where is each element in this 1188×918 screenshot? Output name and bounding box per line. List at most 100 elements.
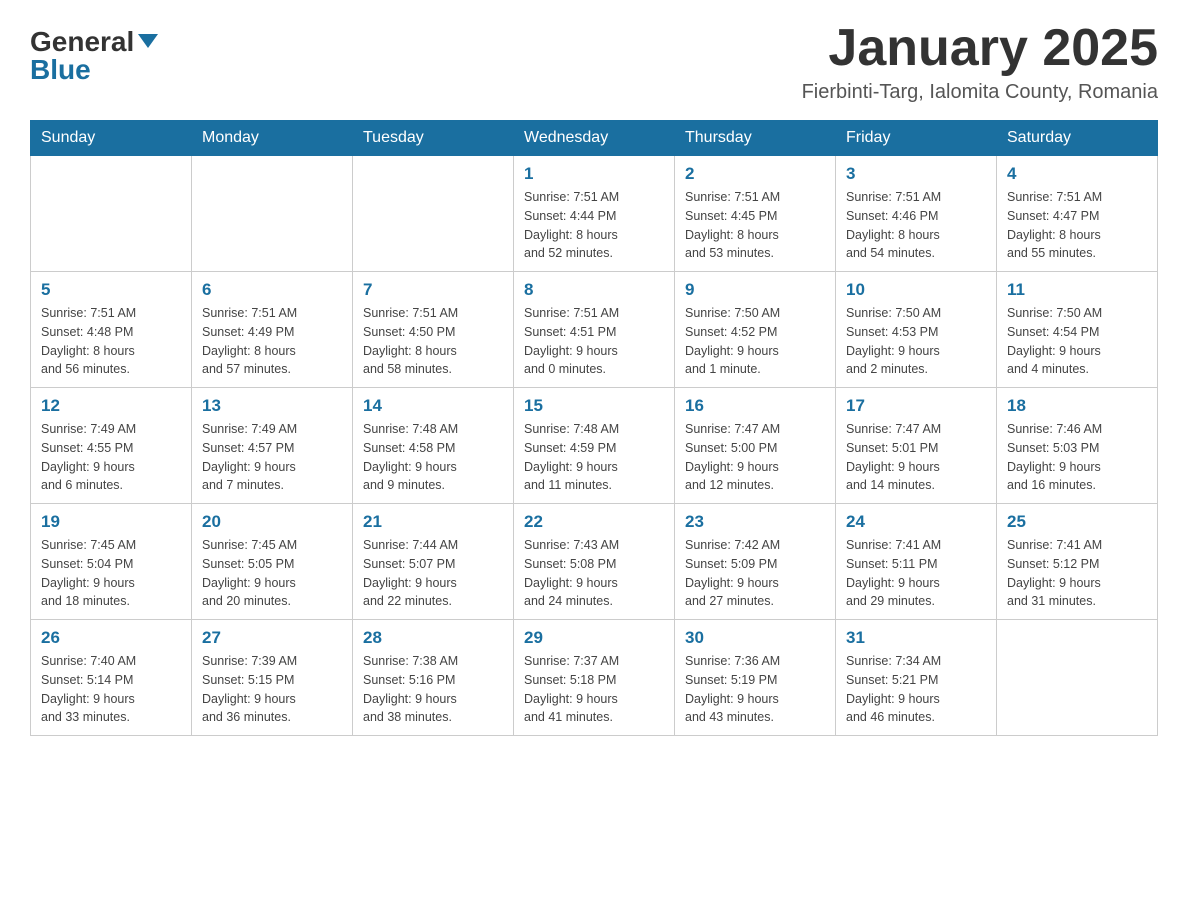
calendar-cell: 7 Sunrise: 7:51 AM Sunset: 4:50 PM Daylig… <box>353 272 514 388</box>
calendar-cell: 12Sunrise: 7:49 AM Sunset: 4:55 PM Dayli… <box>31 388 192 504</box>
day-info: Sunrise: 7:34 AM Sunset: 5:21 PM Dayligh… <box>846 652 986 727</box>
day-info: Sunrise: 7:39 AM Sunset: 5:15 PM Dayligh… <box>202 652 342 727</box>
header: General Blue January 2025 Fierbinti-Targ… <box>30 20 1158 104</box>
day-number: 28 <box>363 628 503 648</box>
day-info: Sunrise: 7:43 AM Sunset: 5:08 PM Dayligh… <box>524 536 664 611</box>
day-info: Sunrise: 7:51 AM Sunset: 4:48 PM Dayligh… <box>41 304 181 379</box>
day-number: 22 <box>524 512 664 532</box>
day-number: 27 <box>202 628 342 648</box>
calendar-header-thursday: Thursday <box>675 121 836 156</box>
day-info: Sunrise: 7:47 AM Sunset: 5:01 PM Dayligh… <box>846 420 986 495</box>
calendar-cell: 18 Sunrise: 7:46 AM Sunset: 5:03 PM Dayli… <box>997 388 1158 504</box>
day-info: Sunrise: 7:47 AM Sunset: 5:00 PM Dayligh… <box>685 420 825 495</box>
logo-general: General <box>30 28 158 56</box>
calendar-cell <box>31 156 192 272</box>
day-info: Sunrise: 7:51 AM Sunset: 4:50 PM Dayligh… <box>363 304 503 379</box>
calendar-cell: 21 Sunrise: 7:44 AM Sunset: 5:07 PM Dayli… <box>353 504 514 620</box>
calendar-header-monday: Monday <box>192 121 353 156</box>
calendar-cell: 3 Sunrise: 7:51 AM Sunset: 4:46 PM Daylig… <box>836 156 997 272</box>
calendar-header-saturday: Saturday <box>997 121 1158 156</box>
day-number: 17 <box>846 396 986 416</box>
day-info: Sunrise: 7:51 AM Sunset: 4:46 PM Dayligh… <box>846 188 986 263</box>
day-info: Sunrise: 7:40 AM Sunset: 5:14 PM Dayligh… <box>41 652 181 727</box>
calendar-header-wednesday: Wednesday <box>514 121 675 156</box>
calendar-cell: 22 Sunrise: 7:43 AM Sunset: 5:08 PM Dayli… <box>514 504 675 620</box>
day-info: Sunrise: 7:38 AM Sunset: 5:16 PM Dayligh… <box>363 652 503 727</box>
day-info: Sunrise: 7:49 AM Sunset: 4:55 PM Dayligh… <box>41 420 181 495</box>
day-number: 26 <box>41 628 181 648</box>
calendar-cell: 25 Sunrise: 7:41 AM Sunset: 5:12 PM Dayli… <box>997 504 1158 620</box>
day-info: Sunrise: 7:45 AM Sunset: 5:05 PM Dayligh… <box>202 536 342 611</box>
day-info: Sunrise: 7:50 AM Sunset: 4:52 PM Dayligh… <box>685 304 825 379</box>
day-info: Sunrise: 7:45 AM Sunset: 5:04 PM Dayligh… <box>41 536 181 611</box>
calendar-cell: 14Sunrise: 7:48 AM Sunset: 4:58 PM Dayli… <box>353 388 514 504</box>
day-number: 11 <box>1007 280 1147 300</box>
day-info: Sunrise: 7:42 AM Sunset: 5:09 PM Dayligh… <box>685 536 825 611</box>
logo-blue-text: Blue <box>30 56 91 84</box>
calendar-cell: 16 Sunrise: 7:47 AM Sunset: 5:00 PM Dayli… <box>675 388 836 504</box>
day-info: Sunrise: 7:50 AM Sunset: 4:54 PM Dayligh… <box>1007 304 1147 379</box>
calendar-header-friday: Friday <box>836 121 997 156</box>
day-number: 18 <box>1007 396 1147 416</box>
calendar: SundayMondayTuesdayWednesdayThursdayFrid… <box>30 120 1158 736</box>
day-number: 31 <box>846 628 986 648</box>
day-info: Sunrise: 7:41 AM Sunset: 5:11 PM Dayligh… <box>846 536 986 611</box>
day-number: 5 <box>41 280 181 300</box>
day-number: 3 <box>846 164 986 184</box>
day-info: Sunrise: 7:51 AM Sunset: 4:49 PM Dayligh… <box>202 304 342 379</box>
day-info: Sunrise: 7:51 AM Sunset: 4:45 PM Dayligh… <box>685 188 825 263</box>
day-number: 23 <box>685 512 825 532</box>
day-number: 25 <box>1007 512 1147 532</box>
calendar-cell <box>997 620 1158 736</box>
day-number: 29 <box>524 628 664 648</box>
calendar-cell: 27 Sunrise: 7:39 AM Sunset: 5:15 PM Dayli… <box>192 620 353 736</box>
day-info: Sunrise: 7:51 AM Sunset: 4:51 PM Dayligh… <box>524 304 664 379</box>
day-info: Sunrise: 7:46 AM Sunset: 5:03 PM Dayligh… <box>1007 420 1147 495</box>
day-number: 24 <box>846 512 986 532</box>
day-number: 8 <box>524 280 664 300</box>
day-number: 21 <box>363 512 503 532</box>
day-number: 1 <box>524 164 664 184</box>
calendar-cell: 26 Sunrise: 7:40 AM Sunset: 5:14 PM Dayli… <box>31 620 192 736</box>
calendar-week-2: 5 Sunrise: 7:51 AM Sunset: 4:48 PM Daylig… <box>31 272 1158 388</box>
calendar-week-5: 26 Sunrise: 7:40 AM Sunset: 5:14 PM Dayli… <box>31 620 1158 736</box>
day-info: Sunrise: 7:36 AM Sunset: 5:19 PM Dayligh… <box>685 652 825 727</box>
day-number: 13 <box>202 396 342 416</box>
calendar-cell: 17 Sunrise: 7:47 AM Sunset: 5:01 PM Dayli… <box>836 388 997 504</box>
subtitle: Fierbinti-Targ, Ialomita County, Romania <box>802 81 1158 104</box>
calendar-cell: 5 Sunrise: 7:51 AM Sunset: 4:48 PM Daylig… <box>31 272 192 388</box>
title-area: January 2025 Fierbinti-Targ, Ialomita Co… <box>802 20 1158 104</box>
calendar-cell: 2Sunrise: 7:51 AM Sunset: 4:45 PM Daylig… <box>675 156 836 272</box>
calendar-cell: 11 Sunrise: 7:50 AM Sunset: 4:54 PM Dayli… <box>997 272 1158 388</box>
logo-general-text: General <box>30 28 134 56</box>
calendar-header-sunday: Sunday <box>31 121 192 156</box>
calendar-week-4: 19Sunrise: 7:45 AM Sunset: 5:04 PM Dayli… <box>31 504 1158 620</box>
calendar-cell: 23 Sunrise: 7:42 AM Sunset: 5:09 PM Dayli… <box>675 504 836 620</box>
logo-arrow-icon <box>138 34 158 48</box>
day-number: 10 <box>846 280 986 300</box>
calendar-week-3: 12Sunrise: 7:49 AM Sunset: 4:55 PM Dayli… <box>31 388 1158 504</box>
calendar-cell: 9 Sunrise: 7:50 AM Sunset: 4:52 PM Daylig… <box>675 272 836 388</box>
calendar-cell: 19Sunrise: 7:45 AM Sunset: 5:04 PM Dayli… <box>31 504 192 620</box>
day-number: 7 <box>363 280 503 300</box>
day-number: 16 <box>685 396 825 416</box>
day-info: Sunrise: 7:48 AM Sunset: 4:59 PM Dayligh… <box>524 420 664 495</box>
calendar-header-row: SundayMondayTuesdayWednesdayThursdayFrid… <box>31 121 1158 156</box>
day-number: 9 <box>685 280 825 300</box>
day-number: 20 <box>202 512 342 532</box>
calendar-cell: 10 Sunrise: 7:50 AM Sunset: 4:53 PM Dayli… <box>836 272 997 388</box>
calendar-cell: 29Sunrise: 7:37 AM Sunset: 5:18 PM Dayli… <box>514 620 675 736</box>
day-info: Sunrise: 7:50 AM Sunset: 4:53 PM Dayligh… <box>846 304 986 379</box>
calendar-cell: 4Sunrise: 7:51 AM Sunset: 4:47 PM Daylig… <box>997 156 1158 272</box>
calendar-cell: 8 Sunrise: 7:51 AM Sunset: 4:51 PM Daylig… <box>514 272 675 388</box>
calendar-cell: 1 Sunrise: 7:51 AM Sunset: 4:44 PM Daylig… <box>514 156 675 272</box>
day-number: 6 <box>202 280 342 300</box>
day-info: Sunrise: 7:44 AM Sunset: 5:07 PM Dayligh… <box>363 536 503 611</box>
day-info: Sunrise: 7:41 AM Sunset: 5:12 PM Dayligh… <box>1007 536 1147 611</box>
calendar-cell <box>353 156 514 272</box>
logo: General Blue <box>30 28 158 84</box>
day-number: 15 <box>524 396 664 416</box>
day-info: Sunrise: 7:51 AM Sunset: 4:44 PM Dayligh… <box>524 188 664 263</box>
calendar-cell: 24 Sunrise: 7:41 AM Sunset: 5:11 PM Dayli… <box>836 504 997 620</box>
day-number: 4 <box>1007 164 1147 184</box>
